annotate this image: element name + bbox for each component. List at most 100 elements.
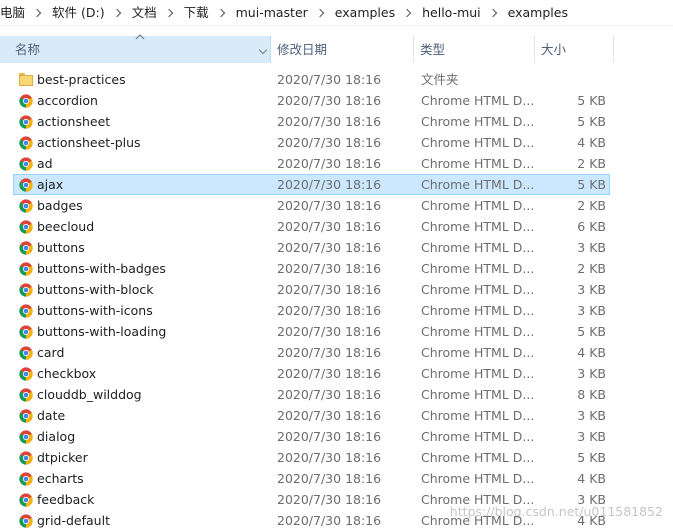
file-row[interactable]: dtpicker 2020/7/30 18:16 Chrome HTML D... 5…	[13, 447, 610, 468]
file-row[interactable]: card 2020/7/30 18:16 Chrome HTML D... 4 KB	[13, 342, 610, 363]
file-row[interactable]: buttons-with-block 2020/7/30 18:16 Chrome …	[13, 279, 610, 300]
file-row[interactable]: clouddb_wilddog 2020/7/30 18:16 Chrome HTM…	[13, 384, 610, 405]
file-type: Chrome HTML D...	[421, 429, 535, 444]
file-size: 3 KB	[577, 429, 606, 444]
file-size: 3 KB	[577, 492, 606, 507]
file-size: 5 KB	[577, 114, 606, 129]
file-type: Chrome HTML D...	[421, 387, 535, 402]
file-size: 4 KB	[577, 345, 606, 360]
file-list: best-practices 2020/7/30 18:16 文件夹 accordio…	[0, 69, 673, 529]
column-header-type-label: 类型	[420, 42, 446, 57]
file-name: ad	[37, 156, 53, 171]
column-header-size-label: 大小	[541, 42, 567, 57]
folder-icon	[19, 73, 33, 87]
column-header-date[interactable]: 修改日期	[271, 36, 414, 63]
file-row[interactable]: buttons 2020/7/30 18:16 Chrome HTML D... 3 …	[13, 237, 610, 258]
file-name: actionsheet	[37, 114, 111, 129]
chevron-right-icon[interactable]	[163, 0, 177, 26]
file-row[interactable]: checkbox 2020/7/30 18:16 Chrome HTML D... 3…	[13, 363, 610, 384]
chevron-right-icon[interactable]	[31, 0, 45, 26]
file-size: 4 KB	[577, 513, 606, 528]
chevron-right-icon[interactable]	[111, 0, 125, 26]
file-name: buttons-with-icons	[37, 303, 153, 318]
file-row[interactable]: best-practices 2020/7/30 18:16 文件夹	[13, 69, 610, 90]
breadcrumb-item[interactable]: 电脑	[0, 0, 31, 26]
chrome-icon	[19, 262, 33, 276]
file-type: Chrome HTML D...	[421, 219, 535, 234]
file-row[interactable]: buttons-with-icons 2020/7/30 18:16 Chrome …	[13, 300, 610, 321]
file-type: Chrome HTML D...	[421, 198, 535, 213]
chrome-icon	[19, 493, 33, 507]
file-name: buttons	[37, 240, 85, 255]
file-type: Chrome HTML D...	[421, 492, 535, 507]
file-type: Chrome HTML D...	[421, 408, 535, 423]
chrome-icon	[19, 115, 33, 129]
file-row[interactable]: ad 2020/7/30 18:16 Chrome HTML D... 2 KB	[13, 153, 610, 174]
file-size: 3 KB	[577, 366, 606, 381]
file-date: 2020/7/30 18:16	[277, 177, 382, 192]
file-type: Chrome HTML D...	[421, 366, 535, 381]
file-row[interactable]: date 2020/7/30 18:16 Chrome HTML D... 3 KB	[13, 405, 610, 426]
file-type: Chrome HTML D...	[421, 114, 535, 129]
file-name: ajax	[37, 177, 64, 192]
file-name: checkbox	[37, 366, 97, 381]
chrome-icon	[19, 136, 33, 150]
chevron-right-icon[interactable]	[314, 0, 328, 26]
column-header-type[interactable]: 类型	[414, 36, 535, 63]
column-header-name[interactable]: 名称	[0, 34, 271, 63]
file-date: 2020/7/30 18:16	[277, 240, 382, 255]
file-date: 2020/7/30 18:16	[277, 219, 382, 234]
file-row[interactable]: buttons-with-loading 2020/7/30 18:16 Chrom…	[13, 321, 610, 342]
file-row[interactable]: beecloud 2020/7/30 18:16 Chrome HTML D... 6…	[13, 216, 610, 237]
file-row[interactable]: actionsheet 2020/7/30 18:16 Chrome HTML D.…	[13, 111, 610, 132]
chevron-down-icon[interactable]	[258, 45, 268, 55]
file-name: date	[37, 408, 66, 423]
file-row[interactable]: actionsheet-plus 2020/7/30 18:16 Chrome HT…	[13, 132, 610, 153]
chevron-right-icon[interactable]	[401, 0, 415, 26]
file-type: Chrome HTML D...	[421, 93, 535, 108]
breadcrumb-item[interactable]: hello-mui	[415, 0, 487, 26]
file-date: 2020/7/30 18:16	[277, 366, 382, 381]
file-name: buttons-with-loading	[37, 324, 167, 339]
breadcrumb-item[interactable]: mui-master	[229, 0, 314, 26]
chrome-icon	[19, 241, 33, 255]
chevron-right-icon[interactable]	[487, 0, 501, 26]
file-size: 3 KB	[577, 303, 606, 318]
file-row[interactable]: feedback 2020/7/30 18:16 Chrome HTML D... 3…	[13, 489, 610, 510]
chrome-icon	[19, 367, 33, 381]
chrome-icon	[19, 157, 33, 171]
file-size: 3 KB	[577, 408, 606, 423]
breadcrumb-item[interactable]: 文档	[125, 0, 163, 26]
file-date: 2020/7/30 18:16	[277, 282, 382, 297]
chevron-right-icon[interactable]	[215, 0, 229, 26]
file-name: dtpicker	[37, 450, 88, 465]
file-date: 2020/7/30 18:16	[277, 156, 382, 171]
breadcrumb-item[interactable]: 软件 (D:)	[45, 0, 111, 26]
file-name: beecloud	[37, 219, 95, 234]
breadcrumb-item[interactable]: 下载	[177, 0, 215, 26]
breadcrumb-item[interactable]: examples	[328, 0, 401, 26]
file-row[interactable]: ajax 2020/7/30 18:16 Chrome HTML D... 5 KB	[13, 174, 610, 195]
file-size: 2 KB	[577, 261, 606, 276]
file-row[interactable]: grid-default 2020/7/30 18:16 Chrome HTML D…	[13, 510, 610, 529]
file-name: clouddb_wilddog	[37, 387, 142, 402]
file-type: Chrome HTML D...	[421, 282, 535, 297]
file-date: 2020/7/30 18:16	[277, 345, 382, 360]
file-type: Chrome HTML D...	[421, 240, 535, 255]
file-name: card	[37, 345, 65, 360]
chrome-icon	[19, 178, 33, 192]
file-type: Chrome HTML D...	[421, 513, 535, 528]
file-row[interactable]: accordion 2020/7/30 18:16 Chrome HTML D...…	[13, 90, 610, 111]
file-type: Chrome HTML D...	[421, 345, 535, 360]
breadcrumb-item[interactable]: examples	[501, 0, 574, 26]
file-name: buttons-with-block	[37, 282, 154, 297]
file-row[interactable]: dialog 2020/7/30 18:16 Chrome HTML D... 3 K…	[13, 426, 610, 447]
column-header-size[interactable]: 大小	[535, 36, 614, 63]
chrome-icon	[19, 451, 33, 465]
file-row[interactable]: echarts 2020/7/30 18:16 Chrome HTML D... 4 …	[13, 468, 610, 489]
file-size: 5 KB	[577, 450, 606, 465]
file-type: Chrome HTML D...	[421, 156, 535, 171]
file-row[interactable]: badges 2020/7/30 18:16 Chrome HTML D... 2 K…	[13, 195, 610, 216]
file-row[interactable]: buttons-with-badges 2020/7/30 18:16 Chrome…	[13, 258, 610, 279]
column-header-date-label: 修改日期	[277, 42, 328, 57]
